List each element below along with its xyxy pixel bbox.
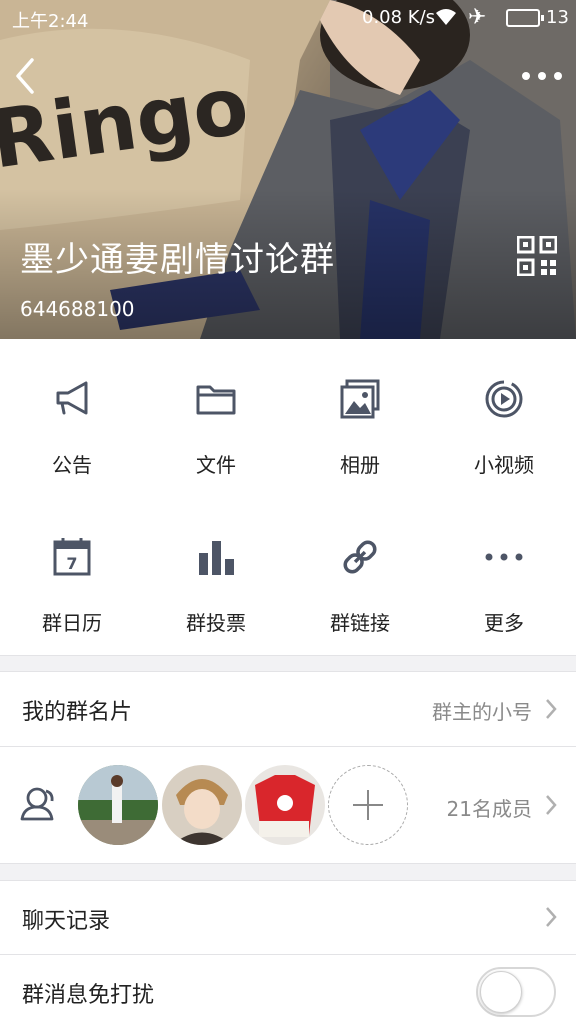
files-label: 文件: [196, 453, 236, 477]
group-vote-button[interactable]: 群投票: [144, 497, 288, 655]
more-options-button[interactable]: [520, 64, 564, 88]
status-net-speed: 0.08 K/s: [362, 7, 436, 28]
group-name: 墨少通妻剧情讨论群: [20, 240, 335, 280]
chevron-right-icon: [546, 907, 557, 927]
group-link-label: 群链接: [330, 611, 390, 635]
mute-notifications-toggle[interactable]: [476, 967, 556, 1017]
more-icon: [485, 553, 523, 561]
toggle-knob: [480, 971, 522, 1013]
more-features-label: 更多: [484, 611, 524, 635]
wifi-icon: [434, 7, 458, 32]
members-icon: [20, 787, 54, 821]
chat-history-label: 聊天记录: [22, 909, 111, 934]
link-icon: [343, 540, 377, 574]
megaphone-icon: [56, 381, 88, 415]
my-group-card-label: 我的群名片: [22, 700, 133, 725]
calendar-icon: 7: [53, 538, 91, 576]
album-button[interactable]: 相册: [288, 339, 432, 497]
folder-icon: [196, 385, 236, 415]
members-row[interactable]: 21名成员: [0, 747, 576, 863]
more-dots-icon: [522, 72, 562, 80]
feature-grid: 公告 文件 相册 小视频 7 群日历 群投票 群链接 更多: [0, 339, 576, 655]
my-group-card-row[interactable]: 我的群名片 群主的小号: [0, 672, 576, 746]
member-avatar[interactable]: [78, 765, 158, 845]
member-avatar[interactable]: [245, 765, 325, 845]
chevron-left-icon: [16, 58, 34, 94]
chevron-right-icon: [546, 795, 557, 815]
group-link-button[interactable]: 群链接: [288, 497, 432, 655]
short-video-button[interactable]: 小视频: [432, 339, 576, 497]
back-button[interactable]: [8, 54, 48, 98]
qr-code-button[interactable]: [516, 235, 558, 277]
member-avatar[interactable]: [162, 765, 242, 845]
mute-notifications-label: 群消息免打扰: [22, 983, 155, 1008]
group-vote-label: 群投票: [186, 611, 246, 635]
group-id: 644688100: [20, 297, 135, 321]
my-group-card-value: 群主的小号: [432, 700, 532, 724]
group-calendar-label: 群日历: [42, 611, 102, 635]
chevron-right-icon: [546, 699, 557, 719]
bar-chart-icon: [199, 541, 234, 575]
mute-notifications-row: 群消息免打扰: [0, 955, 576, 1024]
video-icon: [485, 380, 523, 418]
plus-icon: [353, 790, 383, 820]
announcement-label: 公告: [52, 453, 92, 477]
more-features-button[interactable]: 更多: [432, 497, 576, 655]
battery-level: 13: [546, 7, 569, 28]
qr-code-icon: [516, 235, 558, 277]
files-button[interactable]: 文件: [144, 339, 288, 497]
album-icon: [340, 379, 380, 419]
short-video-label: 小视频: [474, 453, 534, 477]
calendar-day: 7: [66, 554, 77, 573]
album-label: 相册: [340, 453, 380, 477]
group-calendar-button[interactable]: 7 群日历: [0, 497, 144, 655]
status-time: 上午2:44: [12, 11, 89, 32]
member-count: 21名成员: [446, 797, 532, 821]
chat-history-row[interactable]: 聊天记录: [0, 881, 576, 954]
announcement-button[interactable]: 公告: [0, 339, 144, 497]
battery-icon: [506, 9, 544, 27]
status-bar: 上午2:44 0.08 K/s ✈ 13: [0, 0, 576, 36]
airplane-mode-icon: ✈: [468, 5, 487, 30]
add-member-button[interactable]: [328, 765, 408, 845]
group-cover: Ringo: [0, 0, 576, 339]
